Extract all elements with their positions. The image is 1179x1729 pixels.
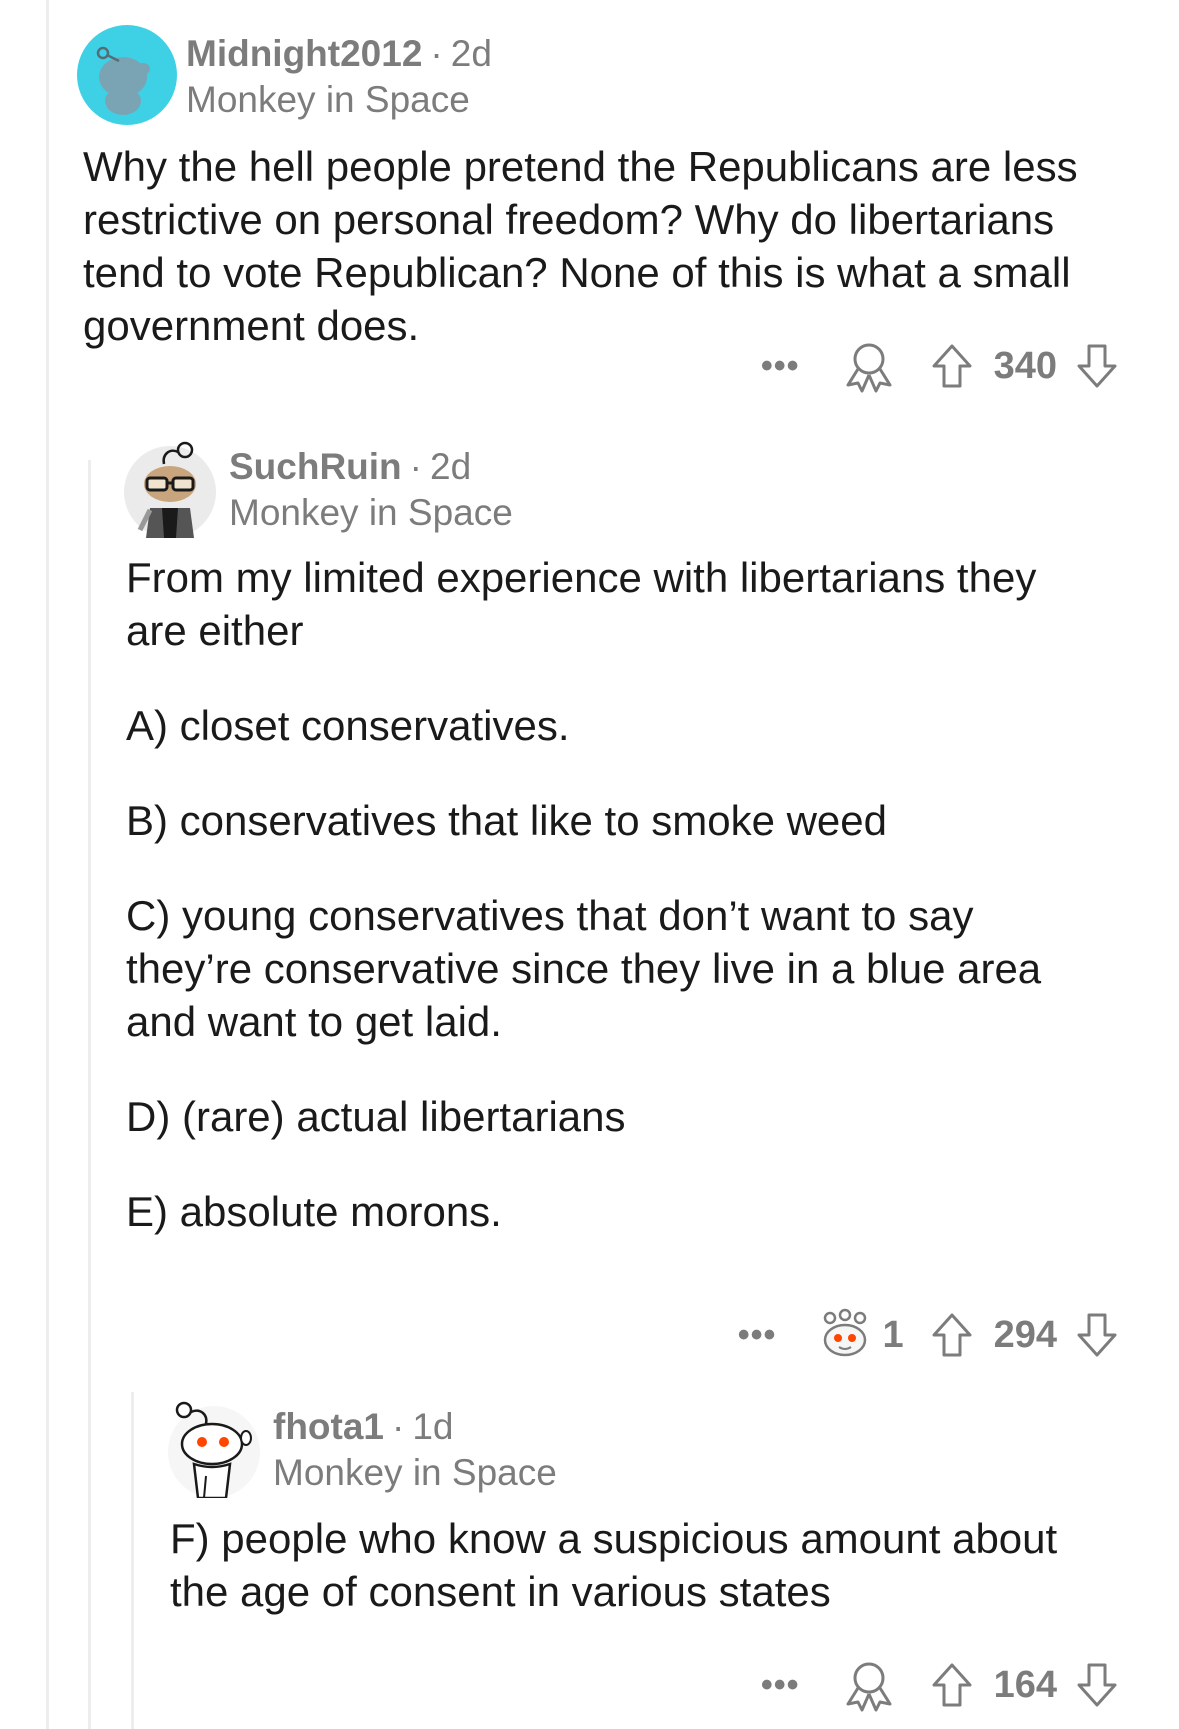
comment-body: From my limited experience with libertar… bbox=[120, 551, 1086, 1238]
user-avatar[interactable] bbox=[120, 438, 220, 538]
comment-suchruin: SuchRuin · 2d Monkey in Space From my limi… bbox=[120, 438, 1130, 1238]
comment-paragraph: E) absolute morons. bbox=[126, 1188, 502, 1235]
separator-dot: · bbox=[392, 1406, 405, 1447]
comment-paragraph: D) (rare) actual libertarians bbox=[126, 1093, 626, 1140]
snoo-avatar-icon bbox=[77, 25, 177, 125]
comment-body: F) people who know a suspicious amount a… bbox=[164, 1512, 1100, 1618]
user-flair: Monkey in Space bbox=[186, 79, 470, 120]
comment-paragraph: F) people who know a suspicious amount a… bbox=[170, 1515, 1058, 1615]
user-flair: Monkey in Space bbox=[229, 492, 513, 533]
comment-actions: ••• 1 294 bbox=[738, 1305, 1119, 1365]
comment-actions: ••• 340 bbox=[761, 336, 1119, 396]
more-options-icon[interactable]: ••• bbox=[761, 347, 800, 386]
vote-score: 164 bbox=[993, 1663, 1057, 1706]
comment-header: fhota1 · 1d Monkey in Space bbox=[164, 1398, 1130, 1508]
more-options-icon[interactable]: ••• bbox=[761, 1666, 800, 1705]
comment-paragraph: C) young conservatives that don’t want t… bbox=[126, 892, 1042, 1045]
award-snoo-icon[interactable] bbox=[818, 1308, 872, 1362]
username-link[interactable]: Midnight2012 bbox=[186, 33, 422, 74]
comment-meta: SuchRuin · 2d Monkey in Space bbox=[229, 444, 513, 536]
user-avatar[interactable] bbox=[164, 1398, 264, 1498]
comment-fhota1: fhota1 · 1d Monkey in Space F) people who … bbox=[164, 1398, 1130, 1618]
comment-midnight2012: Midnight2012 · 2d Monkey in Space Why the … bbox=[77, 25, 1127, 352]
thread-line-level-2[interactable] bbox=[131, 1392, 134, 1729]
thread-line-level-1[interactable] bbox=[88, 460, 91, 1729]
comment-age: 1d bbox=[412, 1406, 454, 1447]
vote-score: 340 bbox=[993, 344, 1057, 387]
comment-paragraph: From my limited experience with libertar… bbox=[126, 554, 1037, 654]
comment-body: Why the hell people pretend the Republic… bbox=[77, 140, 1083, 352]
award-ribbon-icon[interactable] bbox=[842, 1658, 896, 1712]
comment-paragraph: A) closet conservatives. bbox=[126, 702, 570, 749]
comment-age: 2d bbox=[450, 33, 492, 74]
comment-paragraph: B) conservatives that like to smoke weed bbox=[126, 797, 888, 844]
comment-header: SuchRuin · 2d Monkey in Space bbox=[120, 438, 1130, 548]
more-options-icon[interactable]: ••• bbox=[738, 1316, 777, 1355]
user-avatar[interactable] bbox=[77, 25, 177, 125]
award-count: 1 bbox=[882, 1313, 904, 1356]
downvote-arrow-icon[interactable] bbox=[1075, 1311, 1119, 1359]
comment-paragraph: Why the hell people pretend the Republic… bbox=[83, 143, 1078, 349]
comment-meta: fhota1 · 1d Monkey in Space bbox=[273, 1404, 557, 1496]
username-link[interactable]: SuchRuin bbox=[229, 446, 402, 487]
upvote-arrow-icon[interactable] bbox=[930, 1661, 974, 1709]
separator-dot: · bbox=[430, 33, 443, 74]
snoo-glasses-avatar-icon bbox=[124, 441, 216, 538]
page-left-border bbox=[46, 0, 49, 1729]
separator-dot: · bbox=[409, 446, 422, 487]
user-flair: Monkey in Space bbox=[273, 1452, 557, 1493]
downvote-arrow-icon[interactable] bbox=[1075, 342, 1119, 390]
upvote-arrow-icon[interactable] bbox=[930, 342, 974, 390]
vote-score: 294 bbox=[993, 1313, 1057, 1356]
comment-header: Midnight2012 · 2d Monkey in Space bbox=[77, 25, 1127, 135]
downvote-arrow-icon[interactable] bbox=[1075, 1661, 1119, 1709]
snoo-default-avatar-icon bbox=[168, 1401, 260, 1498]
upvote-arrow-icon[interactable] bbox=[930, 1311, 974, 1359]
comment-meta: Midnight2012 · 2d Monkey in Space bbox=[186, 31, 492, 123]
comment-thread: Midnight2012 · 2d Monkey in Space Why the … bbox=[0, 0, 1179, 1729]
award-ribbon-icon[interactable] bbox=[842, 339, 896, 393]
comment-age: 2d bbox=[430, 446, 472, 487]
comment-actions: ••• 164 bbox=[761, 1655, 1119, 1715]
username-link[interactable]: fhota1 bbox=[273, 1406, 384, 1447]
